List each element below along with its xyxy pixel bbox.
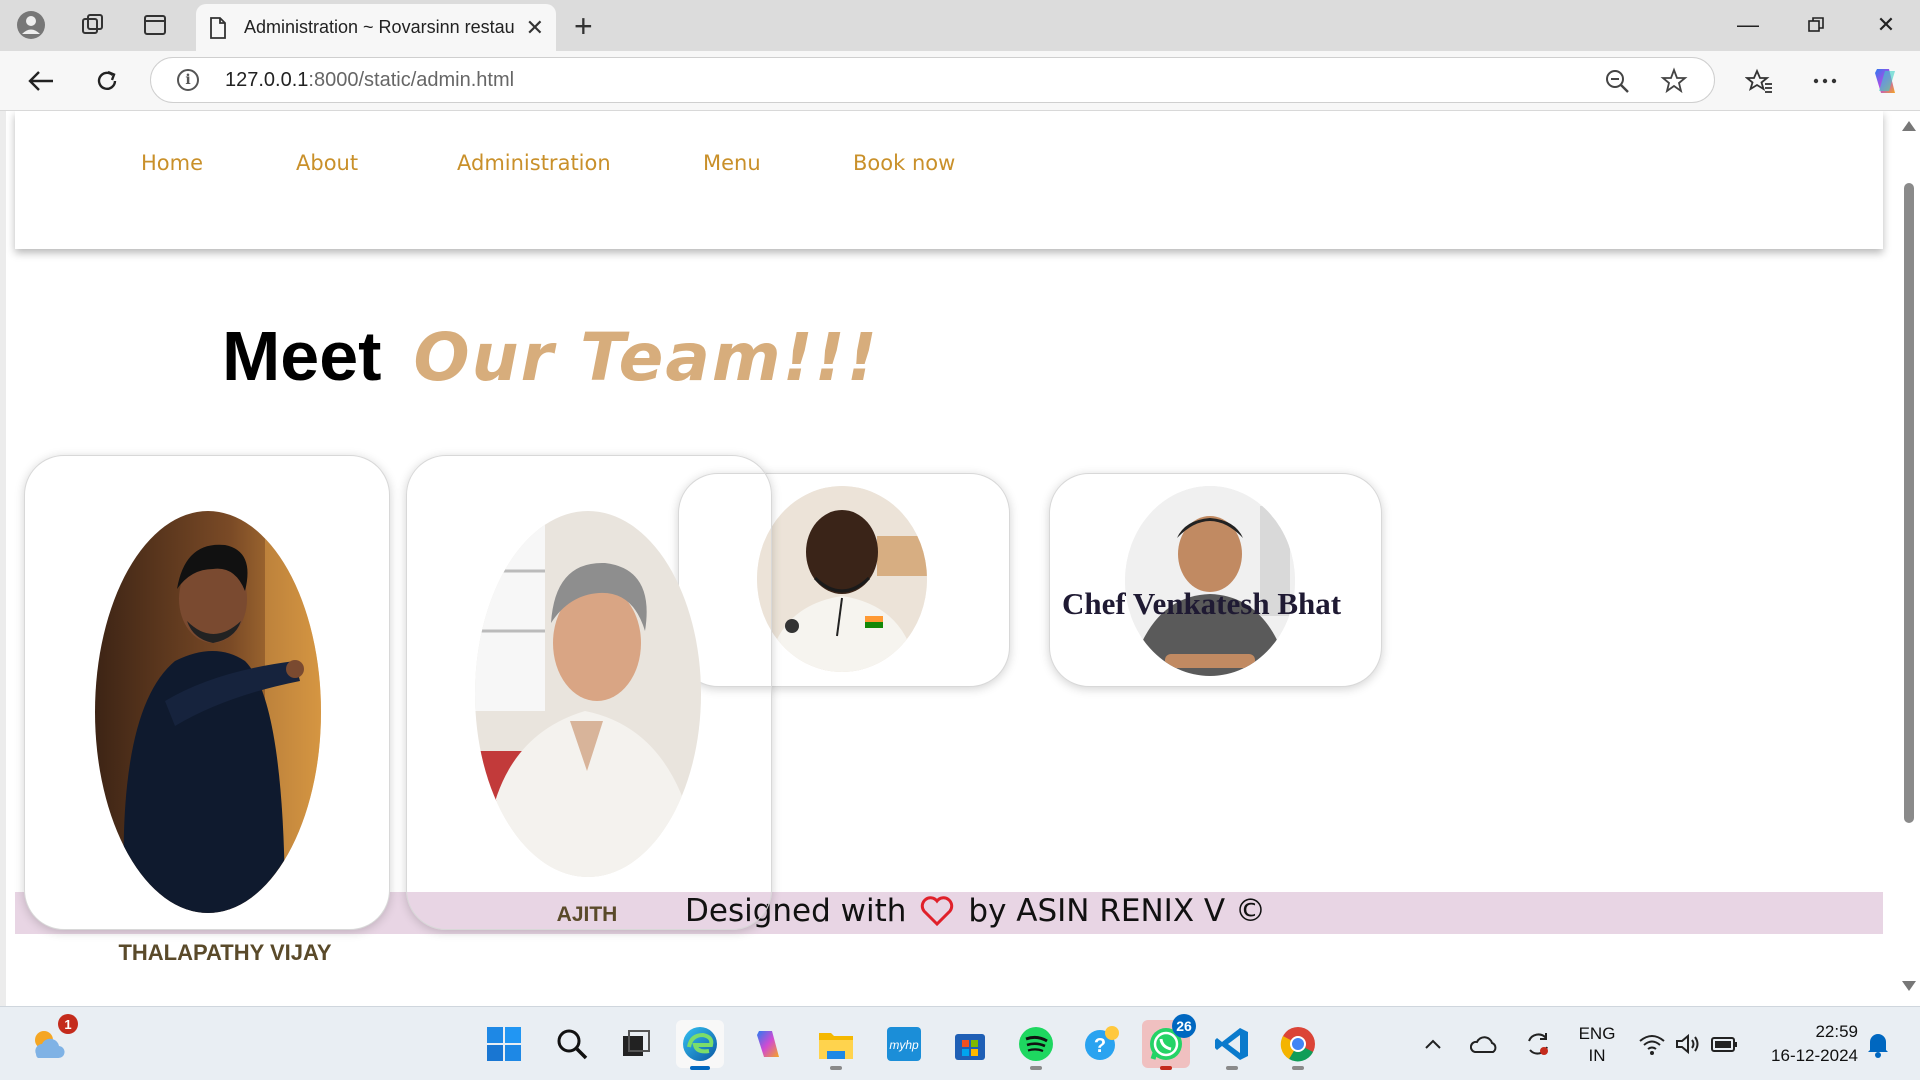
nav-home[interactable]: Home xyxy=(141,151,203,175)
close-window-icon[interactable]: ✕ xyxy=(1866,10,1906,40)
spotify-icon[interactable] xyxy=(1012,1020,1060,1070)
team-heading: Meet Our Team!!! xyxy=(222,316,879,396)
scroll-up-arrow[interactable] xyxy=(1902,121,1916,131)
nav-menu[interactable]: Menu xyxy=(703,151,761,175)
weather-icon[interactable]: 1 xyxy=(24,1014,78,1068)
vscode-icon[interactable] xyxy=(1208,1020,1256,1070)
whatsapp-icon[interactable]: 26 xyxy=(1142,1014,1196,1070)
document-icon xyxy=(210,16,226,39)
address-bar-row: i 127.0.0.1:8000/static/admin.html xyxy=(0,51,1920,111)
new-tab-icon[interactable]: + xyxy=(574,8,593,45)
active-tab[interactable]: Administration ~ Rovarsinn restau ✕ xyxy=(196,4,556,51)
team-card-venkatesh-bhat: Chef Venkatesh Bhat xyxy=(1049,473,1382,687)
browser-tab-bar: Administration ~ Rovarsinn restau ✕ + — … xyxy=(0,0,1920,51)
reload-icon[interactable] xyxy=(90,64,124,98)
search-icon[interactable] xyxy=(548,1020,596,1068)
nav-book-now[interactable]: Book now xyxy=(853,151,955,175)
onedrive-icon[interactable] xyxy=(1466,1020,1502,1068)
svg-text:?: ? xyxy=(1094,1035,1106,1057)
member-name: AJITH xyxy=(556,903,618,926)
file-explorer-icon[interactable] xyxy=(812,1020,860,1070)
member-photo xyxy=(757,486,927,672)
workspaces-icon[interactable] xyxy=(78,10,108,40)
sync-icon[interactable] xyxy=(1520,1020,1556,1068)
battery-icon[interactable] xyxy=(1708,1020,1742,1068)
copilot-icon[interactable] xyxy=(744,1020,792,1068)
clock[interactable]: 22:59 16-12-2024 xyxy=(1758,1021,1858,1067)
nav-administration[interactable]: Administration xyxy=(457,151,611,175)
page-viewport: Home About Administration Menu Book now … xyxy=(6,111,1896,1006)
favorite-star-icon[interactable] xyxy=(1660,67,1688,100)
site-info-icon[interactable]: i xyxy=(177,69,199,91)
language-indicator[interactable]: ENG IN xyxy=(1576,1023,1618,1067)
edge-icon[interactable] xyxy=(676,1020,724,1070)
copilot-icon[interactable] xyxy=(1868,64,1902,98)
nav-about[interactable]: About xyxy=(296,151,358,175)
chrome-icon[interactable] xyxy=(1274,1020,1322,1070)
heading-meet: Meet xyxy=(222,317,382,395)
whatsapp-badge: 26 xyxy=(1172,1014,1196,1038)
url-field[interactable]: i 127.0.0.1:8000/static/admin.html xyxy=(150,57,1715,103)
scroll-thumb[interactable] xyxy=(1904,183,1914,823)
chevron-up-icon[interactable] xyxy=(1418,1020,1448,1068)
more-options-icon[interactable] xyxy=(1808,64,1842,98)
windows-start-icon[interactable] xyxy=(480,1020,528,1068)
zoom-icon[interactable] xyxy=(1604,68,1630,99)
help-icon[interactable]: ? xyxy=(1078,1020,1126,1068)
member-photo xyxy=(475,511,701,877)
store-icon[interactable] xyxy=(946,1020,994,1068)
member-photo xyxy=(1125,486,1295,676)
tab-close-icon[interactable]: ✕ xyxy=(526,15,544,41)
team-card-ajith: AJITH xyxy=(406,455,772,930)
clock-time: 22:59 xyxy=(1815,1022,1858,1041)
clock-date: 16-12-2024 xyxy=(1771,1046,1858,1065)
wifi-icon[interactable] xyxy=(1636,1020,1668,1068)
page-scrollbar[interactable] xyxy=(1896,111,1920,1006)
team-card-thalapathy-vijay: THALAPATHY VIJAY xyxy=(24,455,390,965)
member-name-chef: Chef Venkatesh Bhat xyxy=(1062,586,1342,621)
restore-icon[interactable] xyxy=(1796,10,1836,40)
profile-icon[interactable] xyxy=(16,10,46,40)
heart-icon xyxy=(921,896,954,926)
weather-badge: 1 xyxy=(58,1014,78,1034)
tab-title: Administration ~ Rovarsinn restau xyxy=(244,17,515,37)
myhp-icon[interactable]: myhp xyxy=(880,1020,928,1068)
back-icon[interactable] xyxy=(24,64,58,98)
member-name: THALAPATHY VIJAY xyxy=(118,940,332,965)
volume-icon[interactable] xyxy=(1672,1020,1704,1068)
minimize-icon[interactable]: — xyxy=(1728,10,1768,40)
scroll-down-arrow[interactable] xyxy=(1902,981,1916,991)
notification-bell-icon[interactable] xyxy=(1862,1020,1894,1068)
tab-actions-icon[interactable] xyxy=(140,10,170,40)
task-view-icon[interactable] xyxy=(612,1020,660,1068)
taskbar: 1 myhp ? 26 ENG IN 22:59 16-12-2024 xyxy=(0,1006,1920,1080)
favorites-icon[interactable] xyxy=(1742,64,1776,98)
site-navbar: Home About Administration Menu Book now xyxy=(15,111,1883,249)
heading-our-team: Our Team!!! xyxy=(413,319,879,396)
svg-text:myhp: myhp xyxy=(889,1038,919,1052)
footer-text-after: by ASIN RENIX V © xyxy=(968,893,1266,929)
url-text: 127.0.0.1:8000/static/admin.html xyxy=(225,69,515,91)
member-photo xyxy=(95,511,321,913)
